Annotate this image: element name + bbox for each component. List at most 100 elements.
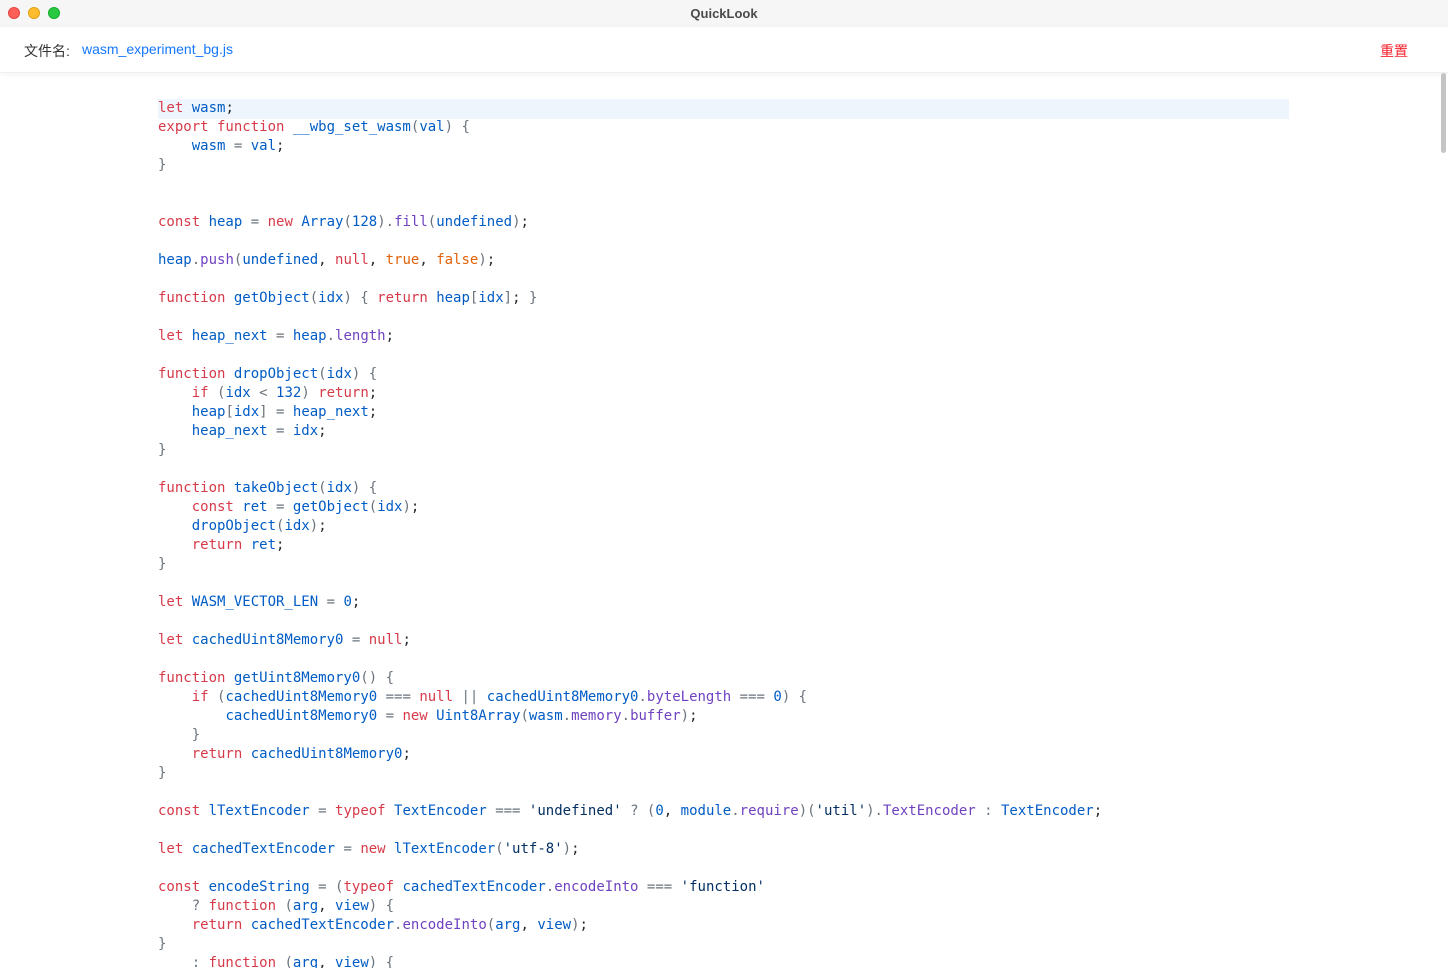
code-token: cachedUint8Memory0 xyxy=(191,632,344,648)
file-header: 文件名: wasm_experiment_bg.js 重置 xyxy=(0,27,1448,73)
code-token: idx xyxy=(225,385,251,401)
code-token: ) { xyxy=(351,366,378,382)
code-token: ; xyxy=(368,385,378,401)
code-line: const ret = getObject(idx); xyxy=(158,498,1290,517)
code-token: wasm xyxy=(191,138,226,154)
code-token: cachedTextEncoder xyxy=(191,841,336,857)
code-line: let cachedUint8Memory0 = null; xyxy=(158,631,1290,650)
code-token: ). xyxy=(377,214,395,230)
code-token: encodeString xyxy=(208,879,310,895)
code-token: } xyxy=(158,765,167,781)
code-token: undefined xyxy=(242,252,319,268)
code-token: ( xyxy=(520,708,529,724)
code-token: idx xyxy=(377,499,403,515)
code-token: . xyxy=(638,689,647,705)
code-token: view xyxy=(335,898,369,914)
code-token: WASM_VECTOR_LEN xyxy=(191,594,319,610)
code-token: const xyxy=(191,499,243,515)
code-line: ? function (arg, view) { xyxy=(158,897,1290,916)
code-token: < xyxy=(250,385,277,401)
code-token: ) { xyxy=(368,955,395,968)
code-token: view xyxy=(335,955,369,968)
code-token: undefined xyxy=(436,214,513,230)
code-token: } xyxy=(191,727,201,743)
code-token: cachedUint8Memory0 xyxy=(225,708,378,724)
code-token: lTextEncoder xyxy=(394,841,496,857)
code-token: ; xyxy=(276,138,285,154)
filename-value[interactable]: wasm_experiment_bg.js xyxy=(82,41,233,57)
code-token: () { xyxy=(360,670,395,686)
code-line: if (idx < 132) return; xyxy=(158,384,1290,403)
code-token: require xyxy=(739,803,799,819)
code-token: let xyxy=(158,328,192,344)
code-token: ) xyxy=(680,708,690,724)
reset-button[interactable]: 重置 xyxy=(1380,41,1408,61)
code-token: module xyxy=(680,803,732,819)
code-token: ; xyxy=(276,537,285,553)
code-token: ( xyxy=(309,290,319,306)
code-token: ) xyxy=(562,841,572,857)
code-token: if xyxy=(191,689,218,705)
code-token: : xyxy=(191,955,209,968)
code-token: = xyxy=(318,594,344,610)
code-token: ] xyxy=(503,290,513,306)
code-line: let wasm; xyxy=(158,99,1290,118)
code-line: heap_next = idx; xyxy=(158,422,1290,441)
code-token: ret xyxy=(242,499,268,515)
code-line: return ret; xyxy=(158,536,1290,555)
code-token: cachedUint8Memory0 xyxy=(225,689,378,705)
code-token: dropObject xyxy=(233,366,319,382)
code-line: wasm = val; xyxy=(158,137,1290,156)
code-line: } xyxy=(158,764,1290,783)
code-token: heap_next xyxy=(292,404,369,420)
code-token: ] = xyxy=(259,404,293,420)
code-token: ; xyxy=(402,632,411,648)
code-token: heap xyxy=(208,214,243,230)
code-token: = ( xyxy=(309,879,344,895)
code-token: let xyxy=(158,594,192,610)
code-line: heap.push(undefined, null, true, false); xyxy=(158,251,1290,270)
code-token: : xyxy=(975,803,1001,819)
code-token: 0 xyxy=(343,594,352,610)
code-line: export function __wbg_set_wasm(val) { xyxy=(158,118,1290,137)
code-token: heap xyxy=(158,252,192,268)
code-token: encodeInto xyxy=(554,879,639,895)
code-token: ; xyxy=(520,214,529,230)
code-line: } xyxy=(158,555,1290,574)
code-token: . xyxy=(731,803,740,819)
code-token: wasm xyxy=(528,708,563,724)
code-line: } xyxy=(158,441,1290,460)
vertical-scrollbar-thumb[interactable] xyxy=(1441,73,1446,153)
code-token: . xyxy=(191,252,201,268)
code-token: ) xyxy=(512,214,521,230)
code-token: ) xyxy=(571,917,580,933)
code-token: val xyxy=(419,119,445,135)
code-line: function getObject(idx) { return heap[id… xyxy=(158,289,1290,308)
code-token: } xyxy=(158,556,167,572)
code-token: memory xyxy=(571,708,622,724)
code-token: ; xyxy=(318,423,327,439)
code-token: heap xyxy=(436,290,470,306)
code-line: return cachedUint8Memory0; xyxy=(158,745,1290,764)
code-token: if xyxy=(191,385,218,401)
code-token: } xyxy=(158,442,167,458)
code-token: heap xyxy=(292,328,327,344)
code-token: dropObject xyxy=(191,518,277,534)
code-token: typeof xyxy=(343,879,403,895)
code-token: 132 xyxy=(276,385,302,401)
code-token: ( xyxy=(486,917,496,933)
code-viewer[interactable]: let wasm; export function __wbg_set_wasm(… xyxy=(158,99,1290,968)
code-token: idx xyxy=(326,480,352,496)
code-token: ; xyxy=(385,328,395,344)
code-token: ( xyxy=(284,898,293,914)
code-token: getObject xyxy=(292,499,369,515)
